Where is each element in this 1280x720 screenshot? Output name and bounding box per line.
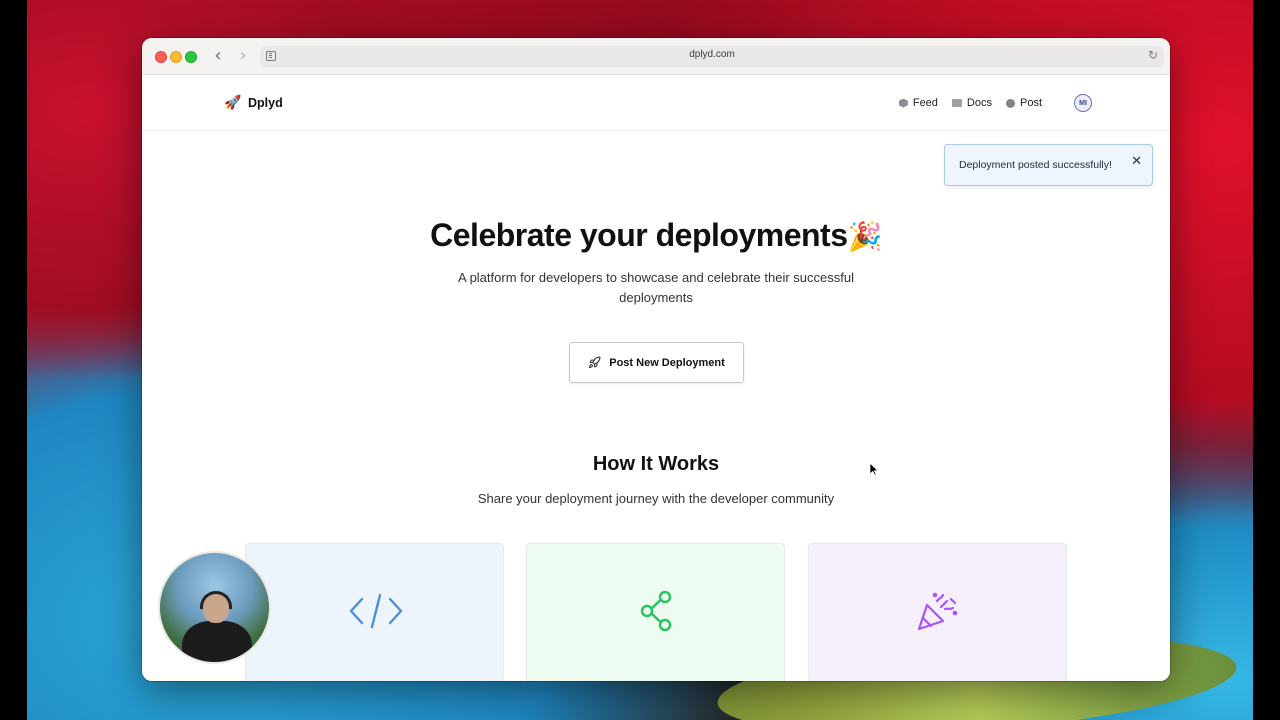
mouse-cursor-icon bbox=[869, 462, 879, 476]
nav-post-link[interactable]: Post bbox=[1005, 97, 1042, 109]
how-it-works-title: How It Works bbox=[592, 453, 720, 475]
headset-icon bbox=[200, 591, 232, 609]
party-popper-icon bbox=[917, 592, 958, 631]
url-text[interactable]: dplyd.com bbox=[260, 49, 1164, 60]
hero-title-text: Celebrate your deployments bbox=[430, 217, 848, 253]
hero-title: Celebrate your deployments🎉 bbox=[142, 217, 1170, 254]
nav-post-label: Post bbox=[1019, 97, 1042, 109]
back-arrow-icon[interactable]: ‹ bbox=[208, 46, 228, 66]
hero-subtitle: A platform for developers to showcase an… bbox=[458, 270, 854, 305]
reload-icon[interactable]: ↻ bbox=[1148, 48, 1158, 62]
party-popper-emoji-icon: 🎉 bbox=[847, 221, 882, 252]
browser-titlebar: ‹ › dplyd.com ↻ bbox=[142, 38, 1170, 75]
feature-card-celebrate bbox=[808, 543, 1067, 681]
nav-docs-label: Docs bbox=[966, 97, 992, 109]
feature-card-share bbox=[526, 543, 785, 681]
zoom-window-button[interactable] bbox=[185, 51, 197, 63]
rocket-icon bbox=[589, 356, 601, 369]
rocket-logo-icon: 🚀 bbox=[224, 94, 242, 110]
webcam-overlay bbox=[158, 551, 271, 664]
code-icon bbox=[349, 593, 403, 629]
presenter-body bbox=[182, 621, 252, 662]
main-nav: Feed Docs Post MI bbox=[898, 94, 1092, 112]
minimize-window-button[interactable] bbox=[170, 51, 182, 63]
toast-message: Deployment posted successfully! bbox=[959, 159, 1112, 171]
brand-link[interactable]: 🚀 Dplyd bbox=[224, 94, 283, 111]
nav-docs-link[interactable]: Docs bbox=[951, 97, 992, 109]
user-avatar[interactable]: MI bbox=[1074, 94, 1092, 112]
speech-bubble-icon bbox=[1005, 98, 1015, 108]
forward-arrow-icon[interactable]: › bbox=[233, 46, 253, 66]
cta-label: Post New Deployment bbox=[609, 356, 725, 369]
how-it-works-subtitle: Share your deployment journey with the d… bbox=[477, 491, 835, 506]
share-icon bbox=[640, 591, 672, 631]
nav-feed-label: Feed bbox=[912, 97, 938, 109]
page-content: 🚀 Dplyd Feed Docs Post MI Deployment pos… bbox=[142, 75, 1170, 681]
site-header: 🚀 Dplyd Feed Docs Post MI bbox=[142, 75, 1170, 131]
brand-name: Dplyd bbox=[248, 95, 283, 110]
close-icon[interactable]: ✕ bbox=[1131, 155, 1142, 169]
address-bar[interactable]: dplyd.com ↻ bbox=[260, 46, 1164, 67]
success-toast: Deployment posted successfully! ✕ bbox=[944, 144, 1153, 186]
nav-feed-link[interactable]: Feed bbox=[898, 97, 938, 109]
cube-icon bbox=[898, 98, 908, 108]
post-new-deployment-button[interactable]: Post New Deployment bbox=[569, 342, 744, 383]
browser-window: ‹ › dplyd.com ↻ 🚀 Dplyd Feed Docs Post M… bbox=[142, 38, 1170, 681]
close-window-button[interactable] bbox=[155, 51, 167, 63]
book-icon bbox=[951, 99, 962, 107]
feature-card-code bbox=[245, 543, 504, 681]
hero-section: Celebrate your deployments🎉 A platform f… bbox=[142, 217, 1170, 308]
